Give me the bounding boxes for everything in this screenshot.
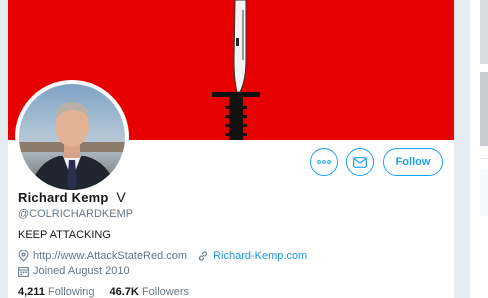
calendar-icon [18,266,29,277]
joined-row: Joined August 2010 [18,265,130,277]
profile-links-row: http://www.AttackStateRed.com Richard-Ke… [18,250,307,262]
more-options-button[interactable] [310,148,338,176]
profile-name: Richard Kemp V [18,189,126,205]
link-icon [199,251,208,261]
sidebar-thumbnail[interactable] [480,0,488,64]
following-label: Following [47,286,95,298]
followers-stat[interactable]: 46.7K Followers [110,286,190,298]
following-stat[interactable]: 4,211 Following [18,286,98,298]
profile-card: Follow Richard Kemp V @COLRICHARDKEMP KE… [8,0,454,298]
name-first: Richard [18,190,68,205]
sidebar-panel [470,0,488,298]
verified-icon: V [116,189,126,205]
sidebar-thumbnail[interactable] [480,72,488,146]
envelope-icon [353,156,367,168]
joined-date: Joined August 2010 [33,265,130,277]
location-text: http://www.AttackStateRed.com [33,250,188,262]
follow-button[interactable]: Follow [383,148,443,176]
website-item: Richard-Kemp.com [197,250,307,262]
location-pin-icon [18,250,29,262]
profile-bio: KEEP ATTACKING [18,229,111,241]
profile-avatar[interactable] [15,80,129,194]
following-count: 4,211 [18,286,45,298]
followers-label: Followers [141,286,190,298]
divider [480,158,488,159]
name-last: Kemp [71,190,109,205]
profile-stats: 4,211 Following 46.7K Followers [18,286,201,298]
sidebar-module [480,170,488,216]
profile-handle: @COLRICHARDKEMP [18,208,134,220]
more-icon [317,160,331,164]
message-button[interactable] [346,148,374,176]
followers-count: 46.7K [109,286,139,298]
website-link[interactable]: Richard-Kemp.com [213,250,307,262]
